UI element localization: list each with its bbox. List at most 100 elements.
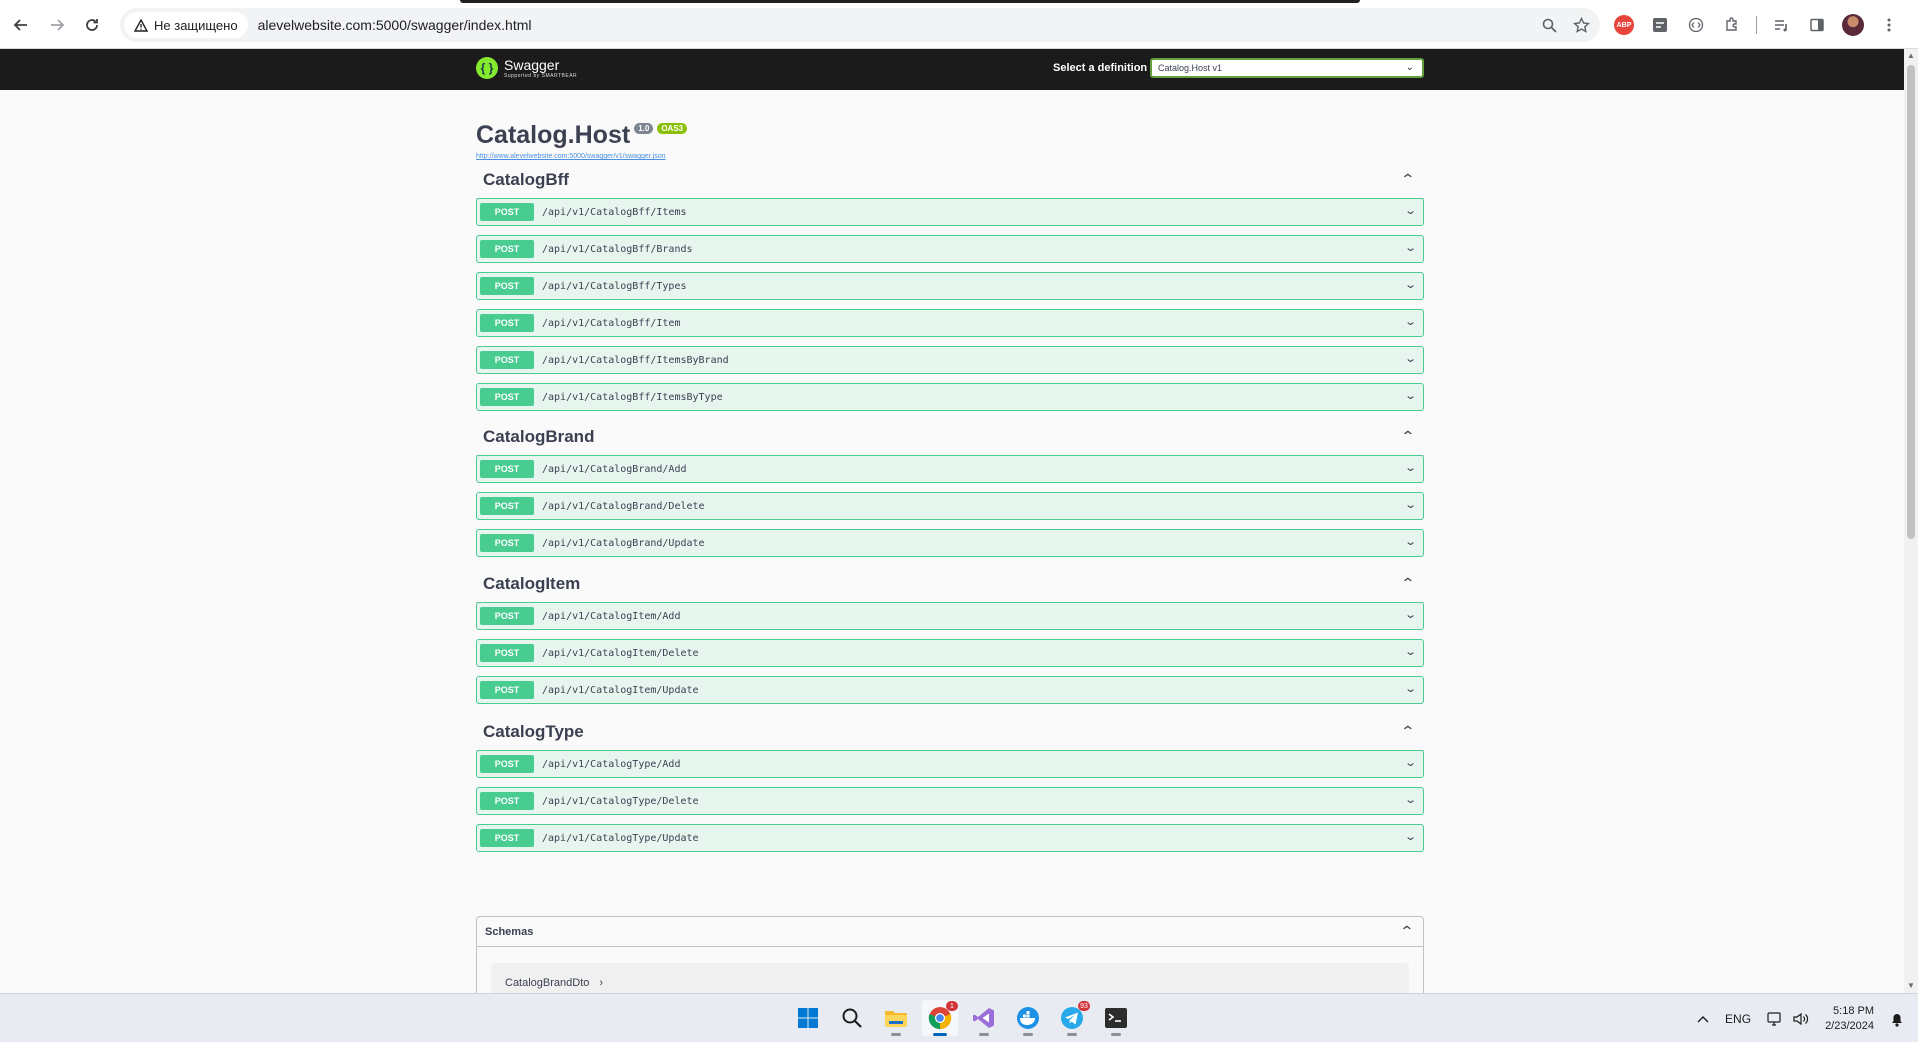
- extensions-button[interactable]: [1720, 13, 1744, 37]
- notification-bell-icon[interactable]: [1890, 1011, 1904, 1027]
- chevron-down-icon[interactable]: ⌄: [1404, 830, 1417, 843]
- zoom-icon[interactable]: [1542, 18, 1557, 33]
- chevron-down-icon[interactable]: ⌄: [1404, 535, 1417, 548]
- operation-row[interactable]: POST/api/v1/CatalogItem/Update ⌄: [476, 676, 1424, 704]
- chevron-down-icon[interactable]: ⌄: [1404, 204, 1417, 217]
- chevron-up-icon[interactable]: ⌃: [1400, 923, 1415, 940]
- swagger-logo[interactable]: { } Swagger Supported by SMARTBEAR: [476, 57, 577, 79]
- forward-button[interactable]: [40, 8, 74, 42]
- docker-button[interactable]: [1010, 1000, 1046, 1036]
- operation-row[interactable]: POST/api/v1/CatalogBrand/Update ⌄: [476, 529, 1424, 557]
- visual-studio-button[interactable]: [966, 1000, 1002, 1036]
- api-title-block: Catalog.Host 1.0 OAS3: [476, 121, 688, 150]
- operation-path: /api/v1/CatalogBrand/Add: [542, 463, 687, 475]
- operation-row[interactable]: POST/api/v1/CatalogItem/Delete ⌄: [476, 639, 1424, 667]
- method-badge: POST: [480, 644, 534, 662]
- operation-row[interactable]: POST/api/v1/CatalogBrand/Add ⌄: [476, 455, 1424, 483]
- bookmark-star-icon[interactable]: [1573, 16, 1590, 34]
- seo-icon: [1653, 18, 1667, 32]
- chevron-down-icon[interactable]: ⌄: [1404, 608, 1417, 621]
- operation-row[interactable]: POST/api/v1/CatalogBff/Items ⌄: [476, 198, 1424, 226]
- definition-select[interactable]: Catalog.Host v1 ⌄: [1150, 58, 1424, 78]
- tag-header[interactable]: CatalogItem ⌃: [476, 565, 1424, 603]
- operation-row[interactable]: POST/api/v1/CatalogType/Update ⌄: [476, 824, 1424, 852]
- operation-row[interactable]: POST/api/v1/CatalogBff/ItemsByType ⌄: [476, 383, 1424, 411]
- file-explorer-button[interactable]: [878, 1000, 914, 1036]
- chevron-up-icon[interactable]: ⌃: [1401, 428, 1416, 445]
- scroll-down-arrow-icon[interactable]: ▼: [1907, 982, 1915, 990]
- chevron-up-icon[interactable]: ⌃: [1401, 575, 1416, 592]
- method-badge: POST: [480, 314, 534, 332]
- url-text[interactable]: alevelwebsite.com:5000/swagger/index.htm…: [258, 17, 532, 33]
- network-volume-group[interactable]: [1767, 1011, 1809, 1026]
- scroll-thumb[interactable]: [1907, 65, 1915, 539]
- chrome-taskbar-button[interactable]: 1: [922, 1000, 958, 1036]
- security-chip[interactable]: Не защищено: [124, 12, 248, 38]
- side-panel-icon: [1810, 18, 1824, 32]
- operation-row[interactable]: POST/api/v1/CatalogType/Delete ⌄: [476, 787, 1424, 815]
- terminal-icon: [1105, 1008, 1127, 1028]
- chevron-up-icon[interactable]: ⌃: [1401, 171, 1416, 188]
- tray-overflow-chevron-icon[interactable]: [1697, 1015, 1709, 1023]
- operation-row[interactable]: POST/api/v1/CatalogItem/Add ⌄: [476, 602, 1424, 630]
- tag-header[interactable]: CatalogBff ⌃: [476, 161, 1424, 199]
- toolbar-separator: [1756, 16, 1757, 34]
- chevron-down-icon[interactable]: ⌄: [1404, 389, 1417, 402]
- spec-url-link[interactable]: http://www.alevelwebsite.com:5000/swagge…: [476, 153, 666, 160]
- operation-row[interactable]: POST/api/v1/CatalogBff/Brands ⌄: [476, 235, 1424, 263]
- operation-row[interactable]: POST/api/v1/CatalogType/Add ⌄: [476, 750, 1424, 778]
- scroll-up-arrow-icon[interactable]: ▲: [1907, 52, 1915, 60]
- chevron-down-icon[interactable]: ⌄: [1404, 315, 1417, 328]
- operation-path: /api/v1/CatalogBff/Item: [542, 317, 681, 329]
- devtools-extension[interactable]: [1684, 13, 1708, 37]
- adblock-extension[interactable]: ABP: [1612, 13, 1636, 37]
- language-indicator[interactable]: ENG: [1725, 1012, 1751, 1026]
- operation-row[interactable]: POST/api/v1/CatalogBrand/Delete ⌄: [476, 492, 1424, 520]
- terminal-button[interactable]: [1098, 1000, 1134, 1036]
- chevron-up-icon[interactable]: ⌃: [1401, 723, 1416, 740]
- security-label: Не защищено: [154, 17, 238, 33]
- tag-header[interactable]: CatalogType ⌃: [476, 713, 1424, 751]
- method-badge: POST: [480, 240, 534, 258]
- kebab-menu-icon: [1887, 18, 1891, 32]
- chevron-down-icon[interactable]: ⌄: [1404, 352, 1417, 365]
- system-tray: ENG 5:18 PM 2/23/2024: [1697, 994, 1904, 1042]
- chevron-down-icon[interactable]: ⌄: [1404, 793, 1417, 806]
- schema-item[interactable]: CatalogBrandDto ›: [491, 963, 1409, 993]
- side-panel-button[interactable]: [1805, 13, 1829, 37]
- chevron-down-icon[interactable]: ⌄: [1404, 241, 1417, 254]
- back-button[interactable]: [4, 8, 38, 42]
- address-bar[interactable]: Не защищено alevelwebsite.com:5000/swagg…: [120, 8, 1600, 42]
- operation-row[interactable]: POST/api/v1/CatalogBff/ItemsByBrand ⌄: [476, 346, 1424, 374]
- visual-studio-icon: [973, 1008, 994, 1028]
- chevron-down-icon[interactable]: ⌄: [1404, 498, 1417, 511]
- search-button[interactable]: [834, 1000, 870, 1036]
- running-indicator: [1067, 1033, 1077, 1036]
- operation-path: /api/v1/CatalogType/Update: [542, 832, 699, 844]
- chrome-menu-button[interactable]: [1877, 13, 1901, 37]
- seo-extension[interactable]: [1648, 13, 1672, 37]
- method-badge: POST: [480, 497, 534, 515]
- tag-section-catalogtype: CatalogType ⌃ POST/api/v1/CatalogType/Add ⌄…: [476, 713, 1424, 852]
- operation-path: /api/v1/CatalogBff/ItemsByBrand: [542, 354, 729, 366]
- start-button[interactable]: [790, 1000, 826, 1036]
- telegram-button[interactable]: 93: [1054, 1000, 1090, 1036]
- clock[interactable]: 5:18 PM 2/23/2024: [1825, 1004, 1874, 1034]
- chevron-down-icon[interactable]: ⌄: [1404, 682, 1417, 695]
- tag-header[interactable]: CatalogBrand ⌃: [476, 418, 1424, 456]
- media-controls-button[interactable]: [1769, 13, 1793, 37]
- chevron-down-icon[interactable]: ⌄: [1404, 278, 1417, 291]
- page-scrollbar[interactable]: ▲ ▼: [1904, 49, 1918, 993]
- network-icon: [1767, 1011, 1781, 1026]
- schemas-header[interactable]: Schemas ⌃: [477, 917, 1423, 947]
- operation-row[interactable]: POST/api/v1/CatalogBff/Item ⌄: [476, 309, 1424, 337]
- chevron-down-icon: ⌄: [1405, 62, 1414, 73]
- operation-path: /api/v1/CatalogBff/Brands: [542, 243, 693, 255]
- chevron-down-icon[interactable]: ⌄: [1404, 645, 1417, 658]
- avatar: [1842, 14, 1864, 36]
- chevron-down-icon[interactable]: ⌄: [1404, 461, 1417, 474]
- reload-button[interactable]: [75, 8, 109, 42]
- chevron-down-icon[interactable]: ⌄: [1404, 756, 1417, 769]
- operation-row[interactable]: POST/api/v1/CatalogBff/Types ⌄: [476, 272, 1424, 300]
- profile-button[interactable]: [1841, 13, 1865, 37]
